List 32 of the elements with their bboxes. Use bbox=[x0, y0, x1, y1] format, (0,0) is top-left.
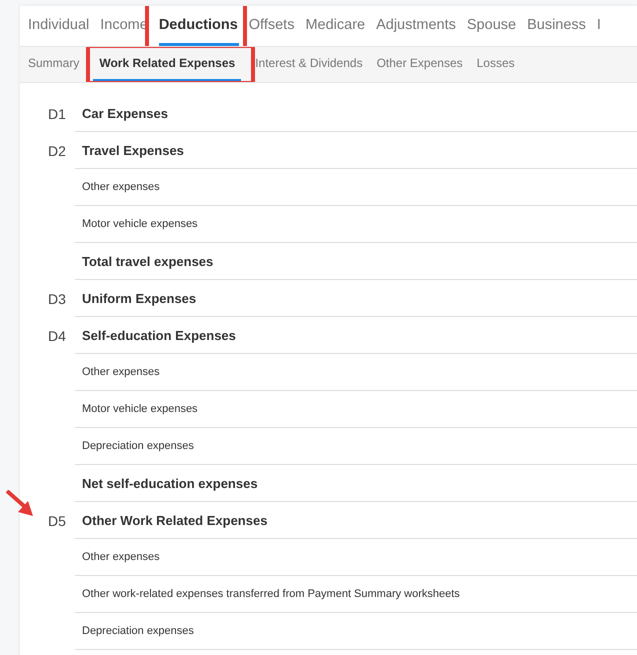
row-label: Other expenses bbox=[82, 181, 160, 193]
row-label: Self-education Expenses bbox=[82, 328, 236, 342]
subtab[interactable]: Work Related Expenses bbox=[93, 47, 242, 82]
row-label: Uniform Expenses bbox=[82, 290, 196, 306]
row-code: D4 bbox=[48, 328, 66, 344]
tab[interactable]: Business bbox=[527, 6, 587, 46]
row-label: Other expenses bbox=[82, 551, 160, 563]
row-label: Depreciation expenses bbox=[82, 625, 194, 637]
tab[interactable]: I bbox=[596, 6, 602, 46]
row-label: Depreciation expenses bbox=[82, 440, 194, 452]
row-label: Other work-related expenses transferred from Payment Summary worksheets bbox=[82, 588, 460, 600]
subtab[interactable]: Summary bbox=[28, 47, 80, 82]
tab[interactable]: Spouse bbox=[466, 6, 518, 46]
row-label: Other expenses bbox=[82, 366, 160, 378]
tab[interactable]: Individual bbox=[28, 6, 90, 46]
subtab[interactable]: Losses bbox=[476, 47, 515, 82]
row-code: D3 bbox=[48, 290, 66, 306]
tab[interactable]: Medicare bbox=[305, 6, 366, 46]
row-code: D1 bbox=[48, 106, 66, 122]
row-code: D2 bbox=[48, 142, 66, 158]
tab[interactable]: Offsets bbox=[248, 6, 296, 46]
row-label: Car Expenses bbox=[82, 106, 168, 120]
row-label: Net self-education expenses bbox=[82, 476, 258, 490]
row-label: Total travel expenses bbox=[82, 254, 214, 268]
row-label: Motor vehicle expenses bbox=[82, 218, 198, 230]
row-label: Motor vehicle expenses bbox=[82, 403, 198, 415]
tab[interactable]: Adjustments bbox=[376, 6, 457, 46]
row-label: Other Work Related Expenses bbox=[82, 512, 268, 528]
row-label: Travel Expenses bbox=[82, 142, 184, 158]
subtab[interactable]: Other Expenses bbox=[376, 47, 463, 82]
row-code: D5 bbox=[48, 512, 66, 528]
subtab[interactable]: Interest & Dividends bbox=[255, 47, 363, 82]
